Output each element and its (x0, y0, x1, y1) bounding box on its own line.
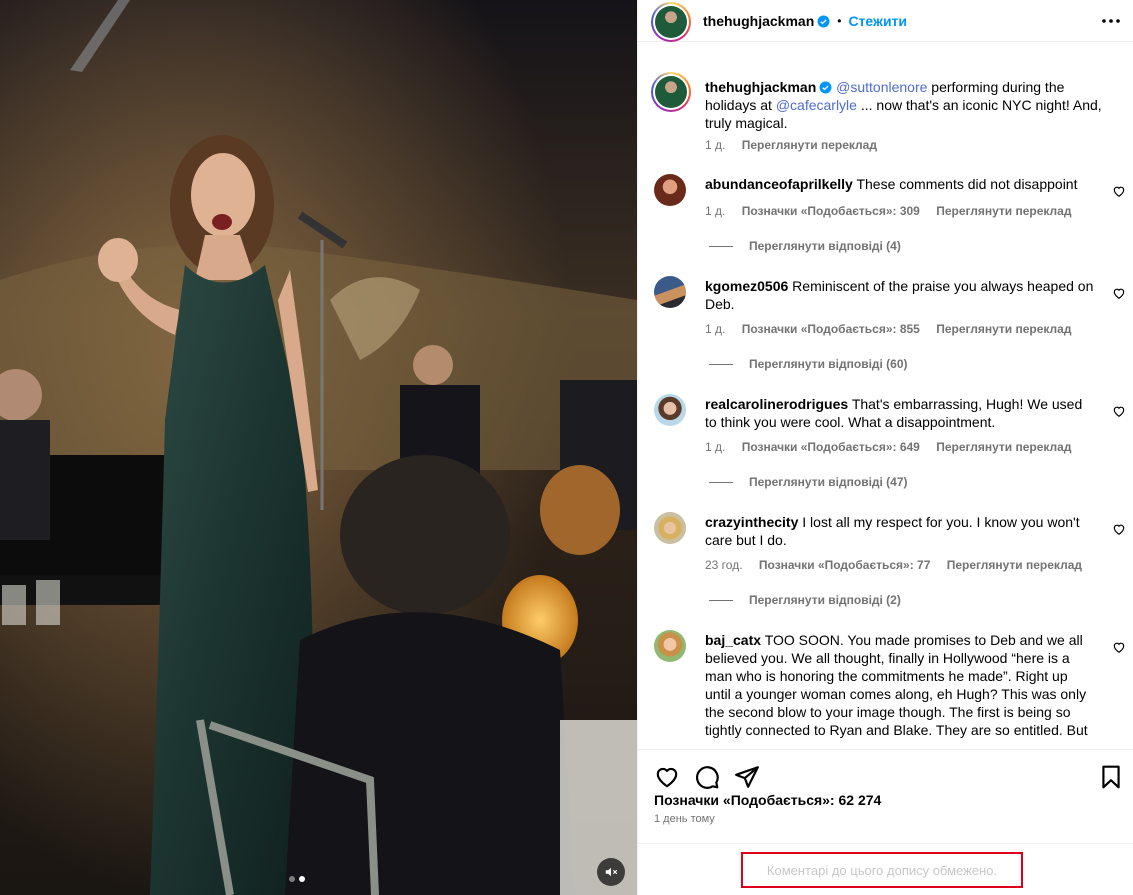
post-header: thehughjackman • Стежити (638, 0, 1133, 42)
follow-button[interactable]: Стежити (848, 13, 907, 29)
commenter-avatar[interactable] (654, 512, 686, 544)
more-dots-icon (1102, 19, 1120, 23)
more-options-button[interactable] (1100, 10, 1122, 32)
carousel-dot (289, 876, 295, 882)
view-replies-button[interactable]: Переглянути відповіді (60) (709, 357, 908, 371)
comments-limited-notice: Коментарі до цього допису обмежено. (741, 852, 1023, 888)
commenter-avatar[interactable] (654, 630, 686, 662)
caption-avatar[interactable] (651, 72, 691, 112)
commenter-avatar[interactable] (654, 174, 686, 206)
comment-meta: 1 д. Позначки «Подобається»: 855 Перегля… (705, 322, 1084, 336)
comment-body: crazyinthecity I lost all my respect for… (705, 513, 1095, 549)
comment-meta: 1 д. Позначки «Подобається»: 309 Перегля… (705, 204, 1084, 218)
heart-icon[interactable] (1112, 522, 1126, 536)
translate-link[interactable]: Переглянути переклад (936, 440, 1071, 454)
share-plane-icon[interactable] (734, 764, 760, 790)
replies-label: Переглянути відповіді (60) (749, 357, 908, 371)
comment-username[interactable]: baj_catx (705, 632, 761, 648)
comment-username[interactable]: crazyinthecity (705, 514, 798, 530)
translate-link[interactable]: Переглянути переклад (936, 322, 1071, 336)
comment-likes[interactable]: Позначки «Подобається»: 309 (742, 204, 920, 218)
view-replies-button[interactable]: Переглянути відповіді (4) (709, 239, 901, 253)
caption-time: 1 д. (705, 138, 726, 152)
author-avatar[interactable] (651, 2, 691, 42)
caption-text: thehughjackman @suttonlenore performing … (705, 78, 1115, 132)
carousel-dot-active (299, 876, 305, 882)
comment-time: 1 д. (705, 204, 726, 218)
commenter-avatar[interactable] (654, 394, 686, 426)
comment-body: baj_catx TOO SOON. You made promises to … (705, 631, 1095, 739)
bookmark-icon[interactable] (1098, 764, 1124, 790)
view-replies-button[interactable]: Переглянути відповіді (2) (709, 593, 901, 607)
post-media[interactable] (0, 0, 637, 895)
mute-button[interactable] (597, 858, 625, 886)
comment-username[interactable]: realcarolinerodrigues (705, 396, 848, 412)
post-actions: Позначки «Подобається»: 62 274 1 день то… (638, 749, 1133, 843)
replies-label: Переглянути відповіді (2) (749, 593, 901, 607)
comment-body: realcarolinerodrigues That's embarrassin… (705, 395, 1095, 431)
heart-icon[interactable] (1112, 286, 1126, 300)
like-heart-icon[interactable] (654, 764, 680, 790)
heart-icon[interactable] (1112, 404, 1126, 418)
post-panel: thehughjackman • Стежити thehughjackman … (637, 0, 1133, 895)
comment-meta: 1 д. Позначки «Подобається»: 649 Перегля… (705, 440, 1084, 454)
replies-label: Переглянути відповіді (4) (749, 239, 901, 253)
comment-text: These comments did not disappoint (856, 176, 1078, 192)
replies-label: Переглянути відповіді (47) (749, 475, 908, 489)
caption-meta: 1 д. Переглянути переклад (705, 138, 890, 152)
comment-likes[interactable]: Позначки «Подобається»: 649 (742, 440, 920, 454)
translate-link[interactable]: Переглянути переклад (742, 138, 877, 152)
view-replies-button[interactable]: Переглянути відповіді (47) (709, 475, 908, 489)
heart-icon[interactable] (1112, 640, 1126, 654)
comment-body: kgomez0506 Reminiscent of the praise you… (705, 277, 1095, 313)
comments-list[interactable]: thehughjackman @suttonlenore performing … (638, 52, 1133, 749)
caption-username[interactable]: thehughjackman (705, 79, 816, 95)
comment-username[interactable]: kgomez0506 (705, 278, 788, 294)
author-username[interactable]: thehughjackman (703, 13, 814, 29)
comment-likes[interactable]: Позначки «Подобається»: 77 (759, 558, 930, 572)
verified-badge-icon (819, 81, 832, 94)
speaker-muted-icon (605, 867, 618, 877)
comment-likes[interactable]: Позначки «Подобається»: 855 (742, 322, 920, 336)
carousel-indicator (289, 876, 305, 882)
comment-time: 1 д. (705, 440, 726, 454)
comment-bubble-icon[interactable] (694, 764, 720, 790)
comment-body: abundanceofaprilkelly These comments did… (705, 175, 1095, 193)
separator-dot: • (837, 14, 842, 28)
commenter-avatar[interactable] (654, 276, 686, 308)
translate-link[interactable]: Переглянути переклад (936, 204, 1071, 218)
mention-link[interactable]: @suttonlenore (836, 79, 927, 95)
likes-count[interactable]: Позначки «Подобається»: 62 274 (654, 792, 881, 808)
comment-meta: 23 год. Позначки «Подобається»: 77 Перег… (705, 558, 1095, 572)
comment-username[interactable]: abundanceofaprilkelly (705, 176, 853, 192)
translate-link[interactable]: Переглянути переклад (947, 558, 1082, 572)
comment-time: 1 д. (705, 322, 726, 336)
mention-link[interactable]: @cafecarlyle (776, 97, 857, 113)
comment-time: 23 год. (705, 558, 743, 572)
post-photo (0, 0, 637, 895)
comment-text: TOO SOON. You made promises to Deb and w… (705, 632, 1088, 738)
post-date: 1 день тому (654, 813, 715, 825)
verified-badge-icon (817, 15, 830, 27)
comment-footer: Коментарі до цього допису обмежено. (638, 843, 1133, 895)
heart-icon[interactable] (1112, 184, 1126, 198)
